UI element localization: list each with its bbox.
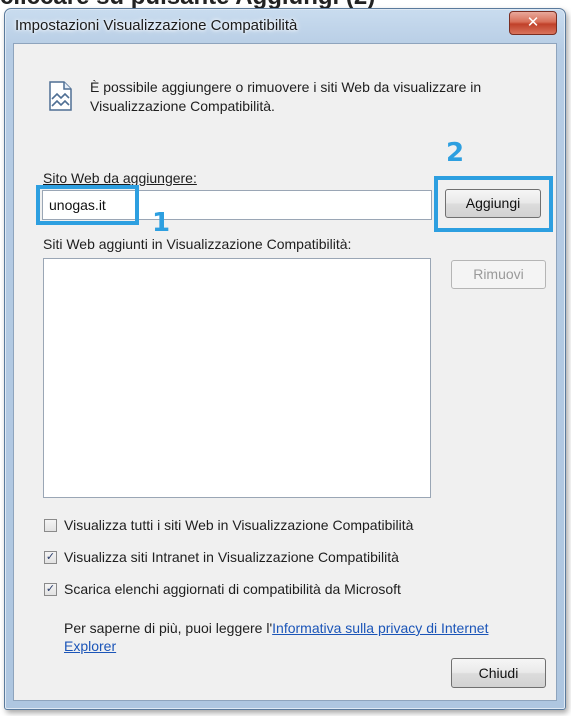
- add-button[interactable]: Aggiungi: [445, 189, 541, 218]
- add-site-label: Sito Web da aggiungere:: [43, 170, 197, 186]
- close-icon: ✕: [526, 14, 540, 31]
- close-window-button[interactable]: ✕: [509, 11, 557, 35]
- title-bar: Impostazioni Visualizzazione Compatibili…: [5, 9, 565, 43]
- dialog-title: Impostazioni Visualizzazione Compatibili…: [15, 17, 298, 34]
- dialog-client-area: È possibile aggiungere o rimuovere i sit…: [13, 43, 557, 701]
- checkbox-intranet-sites-label: Visualizza siti Intranet in Visualizzazi…: [64, 549, 399, 565]
- checkbox-download-lists-box[interactable]: ✓: [44, 583, 57, 596]
- step1-number: 1: [152, 208, 171, 238]
- step2-number: 2: [446, 138, 465, 168]
- compatibility-view-icon: [49, 81, 72, 111]
- privacy-note: Per saperne di più, puoi leggere l'Infor…: [64, 619, 544, 655]
- privacy-text: Per saperne di più, puoi leggere l': [64, 620, 273, 636]
- checkbox-all-sites-label: Visualizza tutti i siti Web in Visualizz…: [64, 517, 414, 533]
- checkbox-intranet-sites-box[interactable]: ✓: [44, 551, 57, 564]
- checkbox-all-sites-box[interactable]: [44, 519, 57, 532]
- close-button[interactable]: Chiudi: [451, 658, 546, 688]
- page-caption: cliccare su pulsante Aggiungi (2): [0, 0, 571, 8]
- info-description: È possibile aggiungere o rimuovere i sit…: [90, 79, 482, 114]
- compatibility-view-dialog: Impostazioni Visualizzazione Compatibili…: [4, 8, 566, 710]
- checkbox-download-lists-label: Scarica elenchi aggiornati di compatibil…: [64, 581, 401, 597]
- added-sites-listbox[interactable]: [43, 258, 431, 498]
- remove-button[interactable]: Rimuovi: [451, 260, 546, 289]
- added-sites-label: Siti Web aggiunti in Visualizzazione Com…: [43, 236, 352, 252]
- step1-highlight-box: [36, 185, 139, 225]
